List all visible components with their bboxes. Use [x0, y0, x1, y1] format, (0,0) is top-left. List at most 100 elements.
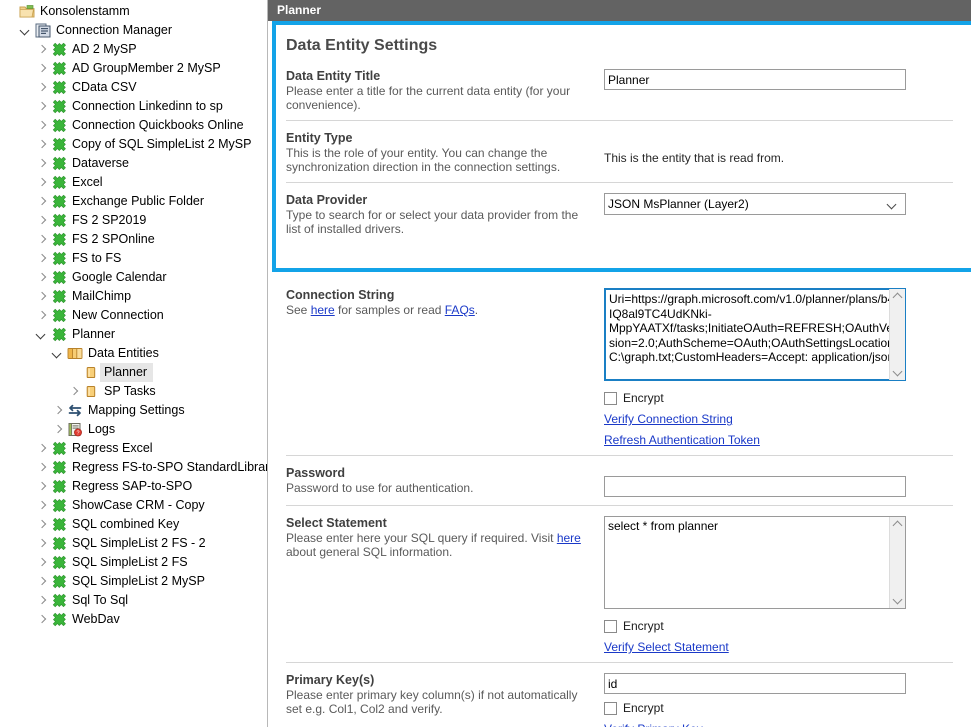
chevron-right-icon[interactable] [34, 135, 50, 154]
tree-node-exchange-public-folder[interactable]: Exchange Public Folder [0, 192, 267, 211]
verify-connection-string-link[interactable]: Verify Connection String [604, 412, 733, 426]
tree-node-showcase-crm-copy[interactable]: ShowCase CRM - Copy [0, 496, 267, 515]
chevron-right-icon[interactable] [34, 458, 50, 477]
chevron-right-icon[interactable] [34, 230, 50, 249]
tree-node-regress-excel[interactable]: Regress Excel [0, 439, 267, 458]
tree-node-konsolenstamm[interactable]: Konsolenstamm [0, 2, 267, 21]
tree-node-connection-quickbooks-online[interactable]: Connection Quickbooks Online [0, 116, 267, 135]
chevron-right-icon[interactable] [50, 401, 66, 420]
chevron-down-icon[interactable] [50, 344, 66, 363]
chevron-right-icon[interactable] [34, 591, 50, 610]
tree-node-fs-to-fs[interactable]: FS to FS [0, 249, 267, 268]
tree-node-planner[interactable]: Planner [0, 325, 267, 344]
application-window: KonsolenstammConnection ManagerAD 2 MySP… [0, 0, 971, 727]
chevron-right-icon[interactable] [34, 40, 50, 59]
primary-keys-encrypt-row[interactable]: Encrypt [604, 701, 953, 715]
tree-node-label: Planner [68, 325, 121, 344]
tree-node-ad-2-mysp[interactable]: AD 2 MySP [0, 40, 267, 59]
tree-node-fs-2-sp2019[interactable]: FS 2 SP2019 [0, 211, 267, 230]
chevron-right-icon[interactable] [34, 496, 50, 515]
tree-node-connection-linkedinn-to-sp[interactable]: Connection Linkedinn to sp [0, 97, 267, 116]
plug-icon [50, 268, 68, 287]
chevron-down-icon[interactable] [18, 21, 34, 40]
connection-string-scrollbar[interactable] [889, 289, 905, 380]
chevron-right-icon[interactable] [34, 287, 50, 306]
chevron-right-icon[interactable] [34, 515, 50, 534]
chevron-right-icon[interactable] [50, 420, 66, 439]
mapping-settings-icon [66, 401, 84, 420]
tree-node-regress-sap-to-spo[interactable]: Regress SAP-to-SPO [0, 477, 267, 496]
chevron-right-icon[interactable] [34, 211, 50, 230]
tree-node-sql-combined-key[interactable]: SQL combined Key [0, 515, 267, 534]
scroll-up-icon[interactable] [893, 521, 903, 531]
here-link[interactable]: here [557, 531, 581, 545]
refresh-authentication-token-link[interactable]: Refresh Authentication Token [604, 433, 760, 447]
chevron-right-icon[interactable] [34, 268, 50, 287]
tree-node-google-calendar[interactable]: Google Calendar [0, 268, 267, 287]
chevron-right-icon[interactable] [34, 249, 50, 268]
chevron-right-icon[interactable] [34, 439, 50, 458]
tree-node-cdata-csv[interactable]: CData CSV [0, 78, 267, 97]
chevron-right-icon[interactable] [34, 173, 50, 192]
chevron-right-icon[interactable] [34, 116, 50, 135]
connection-tree-panel[interactable]: KonsolenstammConnection ManagerAD 2 MySP… [0, 0, 268, 727]
chevron-right-icon[interactable] [34, 534, 50, 553]
select-statement-textarea[interactable] [604, 516, 906, 609]
scroll-up-icon[interactable] [893, 293, 903, 303]
chevron-right-icon[interactable] [34, 154, 50, 173]
chevron-down-icon[interactable] [34, 325, 50, 344]
password-input[interactable] [604, 476, 906, 497]
plug-icon [50, 496, 68, 515]
primary-keys-input[interactable] [604, 673, 906, 694]
tree-node-ad-groupmember-2-mysp[interactable]: AD GroupMember 2 MySP [0, 59, 267, 78]
chevron-right-icon[interactable] [34, 477, 50, 496]
scroll-down-icon[interactable] [893, 367, 903, 377]
chevron-right-icon[interactable] [34, 59, 50, 78]
tree-node-dataverse[interactable]: Dataverse [0, 154, 267, 173]
connection-string-textarea[interactable] [604, 288, 906, 381]
tree-node-webdav[interactable]: WebDav [0, 610, 267, 629]
connection-manager-icon [34, 21, 52, 40]
connection-string-encrypt-row[interactable]: Encrypt [604, 391, 953, 405]
tree-node-planner[interactable]: Planner [0, 363, 267, 382]
tree-node-mapping-settings[interactable]: Mapping Settings [0, 401, 267, 420]
chevron-right-icon[interactable] [34, 192, 50, 211]
tree-node-data-entities[interactable]: Data Entities [0, 344, 267, 363]
plug-icon [50, 572, 68, 591]
chevron-right-icon[interactable] [66, 382, 82, 401]
tree-node-copy-of-sql-simplelist-2-mysp[interactable]: Copy of SQL SimpleList 2 MySP [0, 135, 267, 154]
encrypt-checkbox[interactable] [604, 702, 617, 715]
select-statement-encrypt-row[interactable]: Encrypt [604, 619, 953, 633]
tree-node-fs-2-sponline[interactable]: FS 2 SPOnline [0, 230, 267, 249]
tree-node-sql-to-sql[interactable]: Sql To Sql [0, 591, 267, 610]
tree-node-excel[interactable]: Excel [0, 173, 267, 192]
encrypt-checkbox[interactable] [604, 392, 617, 405]
chevron-right-icon[interactable] [34, 572, 50, 591]
scroll-down-icon[interactable] [893, 595, 903, 605]
tree-node-logs[interactable]: ?Logs [0, 420, 267, 439]
tree-node-mailchimp[interactable]: MailChimp [0, 287, 267, 306]
encrypt-checkbox[interactable] [604, 620, 617, 633]
tree-node-regress-fs-to-spo-standardlibrary[interactable]: Regress FS-to-SPO StandardLibrary [0, 458, 267, 477]
tree-node-label: Planner [100, 363, 153, 382]
chevron-right-icon[interactable] [34, 306, 50, 325]
section-control-group: Encrypt Verify Connection String Refresh… [604, 288, 953, 447]
tree-node-sp-tasks[interactable]: SP Tasks [0, 382, 267, 401]
chevron-right-icon[interactable] [34, 553, 50, 572]
data-provider-select[interactable]: JSON MsPlanner (Layer2) [604, 193, 906, 215]
verify-select-statement-link[interactable]: Verify Select Statement [604, 640, 729, 654]
verify-primary-key-link[interactable]: Verify Primary Key [604, 722, 703, 727]
tree-node-new-connection[interactable]: New Connection [0, 306, 267, 325]
entity-title-input[interactable] [604, 69, 906, 90]
tree-node-connection-manager[interactable]: Connection Manager [0, 21, 267, 40]
chevron-right-icon[interactable] [34, 610, 50, 629]
chevron-right-icon[interactable] [34, 78, 50, 97]
faqs-link[interactable]: FAQs [445, 303, 475, 317]
tree-node-sql-simplelist-2-mysp[interactable]: SQL SimpleList 2 MySP [0, 572, 267, 591]
tree-node-label: AD 2 MySP [68, 40, 143, 59]
here-link[interactable]: here [311, 303, 335, 317]
tree-node-sql-simplelist-2-fs[interactable]: SQL SimpleList 2 FS [0, 553, 267, 572]
select-statement-scrollbar[interactable] [889, 517, 905, 608]
chevron-right-icon[interactable] [34, 97, 50, 116]
tree-node-sql-simplelist-2-fs-2[interactable]: SQL SimpleList 2 FS - 2 [0, 534, 267, 553]
